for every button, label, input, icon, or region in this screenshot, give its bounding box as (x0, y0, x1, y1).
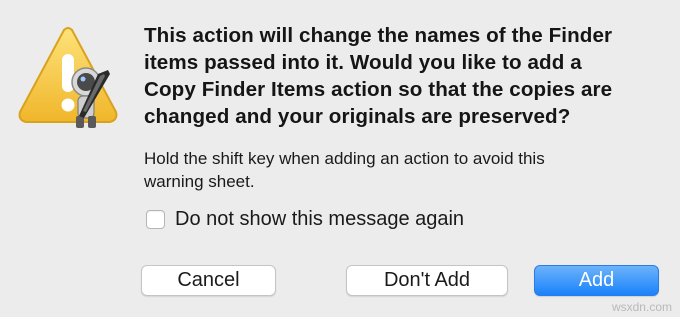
message-line: changed and your originals are preserved… (144, 105, 571, 128)
cancel-button[interactable]: Cancel (141, 265, 276, 296)
automator-robot-icon (64, 66, 114, 130)
message-line: Copy Finder Items action so that the cop… (144, 78, 613, 101)
suppress-option[interactable]: Do not show this message again (146, 208, 464, 231)
add-button[interactable]: Add (534, 265, 659, 296)
message-line: items passed into it. Would you like to … (144, 51, 582, 74)
informative-text: Hold the shift key when adding an action… (144, 147, 654, 193)
message-line: This action will change the names of the… (144, 24, 613, 47)
informative-line: Hold the shift key when adding an action… (144, 149, 545, 168)
suppress-checkbox[interactable] (146, 210, 165, 229)
informative-line: warning sheet. (144, 172, 255, 191)
suppress-label: Do not show this message again (175, 208, 465, 230)
alert-sheet: This action will change the names of the… (0, 0, 680, 317)
dont-add-button[interactable]: Don't Add (346, 265, 508, 296)
watermark: wsxdn.com (611, 300, 672, 314)
alert-message: This action will change the names of the… (144, 22, 644, 130)
